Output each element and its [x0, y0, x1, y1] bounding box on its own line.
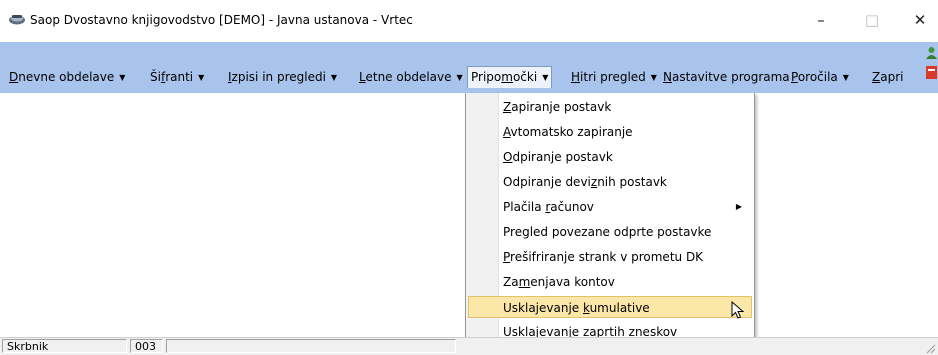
green-person-icon[interactable]	[925, 46, 938, 59]
status-code: 003	[130, 339, 163, 353]
submenu-arrow-icon: ▶	[735, 202, 742, 211]
dropdown-arrow-icon: ▼	[456, 73, 463, 82]
menuitem-zamenjava-kontov[interactable]: Zamenjava kontov	[468, 271, 752, 293]
status-panel	[166, 339, 456, 353]
dropdown-arrow-icon: ▼	[119, 73, 126, 82]
menuitem-odpiranje-postavk[interactable]: Odpiranje postavk	[468, 146, 752, 168]
menuitem-pregled-povezane-odprte-postavke[interactable]: Pregled povezane odprte postavke	[468, 221, 752, 243]
menuitem-presifriranje-strank[interactable]: Prešifriranje strank v prometu DK	[468, 246, 752, 268]
menu-letne-obdelave[interactable]: Letne obdelave ▼	[356, 67, 466, 87]
menu-porocila[interactable]: Poročila ▼	[788, 67, 852, 87]
red-document-icon[interactable]	[925, 66, 938, 79]
menu-sifranti[interactable]: Šifranti ▼	[147, 67, 207, 87]
menu-hitri-pregled[interactable]: Hitri pregled ▼	[568, 67, 660, 87]
menuitem-placila-racunov[interactable]: Plačila računov ▶	[468, 196, 752, 218]
dropdown-arrow-icon: ▼	[542, 73, 549, 82]
status-user: Skrbnik	[2, 339, 127, 353]
menu-izpisi-in-pregledi[interactable]: Izpisi in pregledi ▼	[225, 67, 340, 87]
maximize-button[interactable]: □	[858, 8, 886, 32]
close-button[interactable]: ✕	[906, 8, 934, 32]
title-bar: Saop Dvostavno knjigovodstvo [DEMO] - Ja…	[0, 0, 938, 42]
menuitem-avtomatsko-zapiranje[interactable]: Avtomatsko zapiranje	[468, 121, 752, 143]
menuitem-usklajevanje-kumulative[interactable]: Usklajevanje kumulative	[468, 296, 752, 319]
menuitem-zapiranje-postavk[interactable]: Zapiranje postavk	[468, 96, 752, 118]
dropdown-arrow-icon: ▼	[842, 73, 849, 82]
menu-pripomocki[interactable]: Pripomočki ▼	[467, 66, 553, 88]
minimize-button[interactable]: –	[807, 8, 835, 32]
dropdown-arrow-icon: ▼	[198, 73, 205, 82]
menu-bar: Dnevne obdelave ▼ Šifranti ▼ Izpisi in pre…	[0, 42, 938, 93]
menu-zapri[interactable]: Zapri	[869, 67, 906, 87]
mouse-pointer-icon	[731, 301, 745, 319]
menu-dnevne-obdelave[interactable]: Dnevne obdelave ▼	[6, 67, 128, 87]
pripomocki-dropdown: Zapiranje postavk Avtomatsko zapiranje O…	[465, 93, 755, 354]
status-bar: Skrbnik 003	[0, 337, 938, 355]
window-title: Saop Dvostavno knjigovodstvo [DEMO] - Ja…	[30, 13, 413, 27]
app-logo-icon	[9, 15, 25, 25]
menuitem-odpiranje-deviznih-postavk[interactable]: Odpiranje deviznih postavk	[468, 171, 752, 193]
resize-grip-icon[interactable]	[926, 344, 936, 354]
dropdown-arrow-icon: ▼	[650, 73, 657, 82]
menu-nastavitve-programa[interactable]: Nastavitve programa	[660, 67, 793, 87]
dropdown-arrow-icon: ▼	[330, 73, 338, 82]
